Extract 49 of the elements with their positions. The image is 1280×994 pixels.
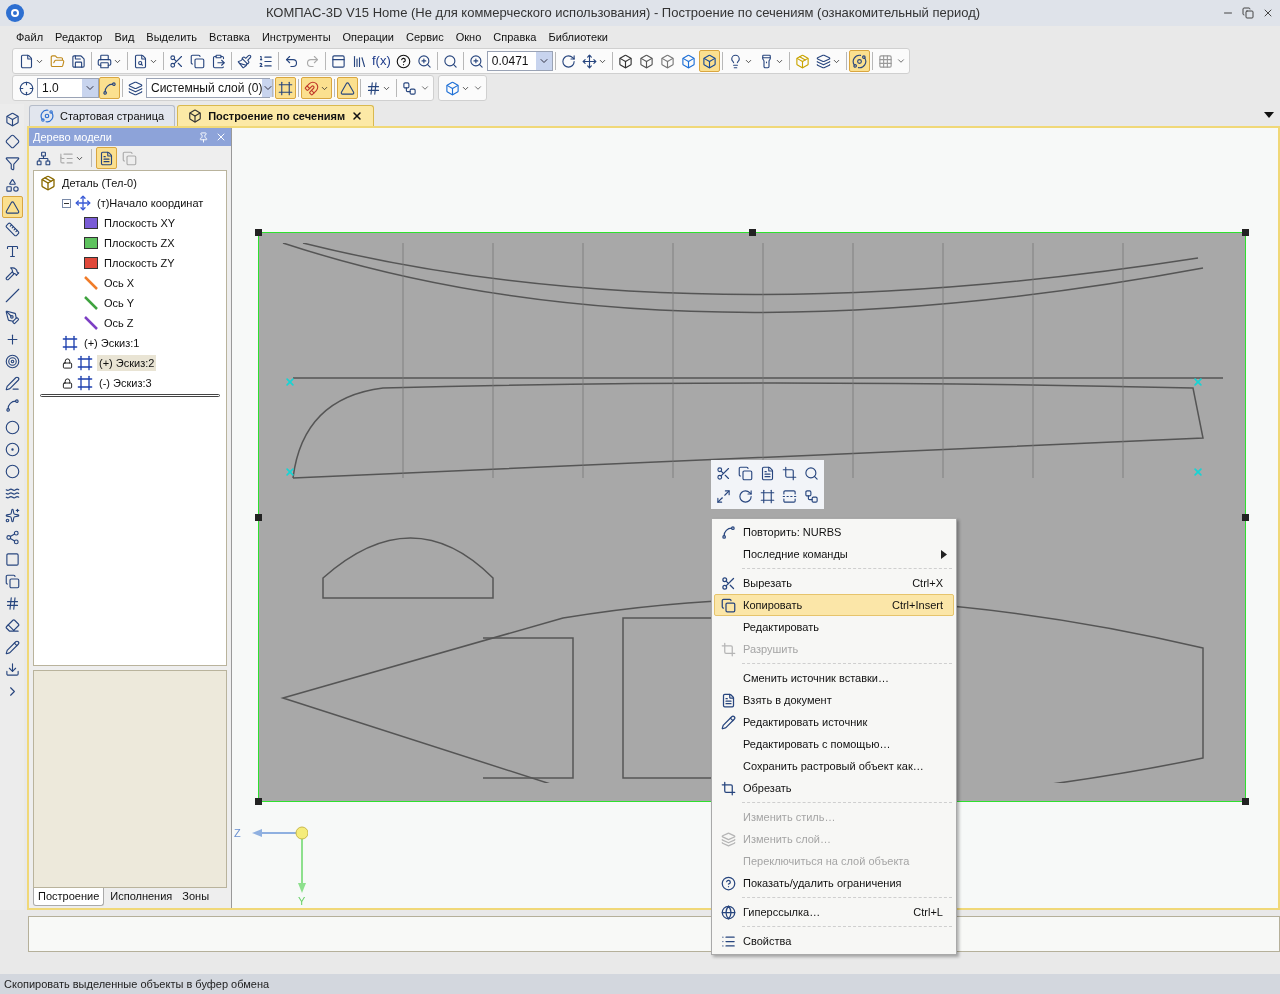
- menu-bar-item[interactable]: Файл: [16, 28, 44, 46]
- tree-item[interactable]: Плоскость ZY: [102, 254, 177, 272]
- tree-item[interactable]: Плоскость XY: [102, 214, 178, 232]
- menu-item[interactable]: Редактировать источник: [714, 711, 954, 733]
- menu-item[interactable]: Гиперссылка… Ctrl+L: [714, 901, 954, 923]
- tree-item[interactable]: (-) Эскиз:3: [97, 374, 154, 392]
- menu-bar-item[interactable]: Окно: [455, 28, 482, 46]
- panel-tab[interactable]: Зоны: [178, 888, 214, 905]
- menu-item[interactable]: Показать/удалить ограничения: [714, 872, 954, 894]
- zoom-field[interactable]: 0.0471: [486, 51, 553, 71]
- document-tab[interactable]: Стартовая страница: [29, 105, 176, 126]
- menu-bar-item[interactable]: Операции: [342, 28, 394, 46]
- menu-item[interactable]: Повторить: NURBS: [714, 521, 954, 543]
- menu-bar-item[interactable]: Инструменты: [261, 28, 331, 46]
- axis-label: Y: [298, 894, 306, 909]
- panel-tab[interactable]: Построение: [33, 888, 105, 906]
- panel-tab[interactable]: Исполнения: [106, 888, 177, 905]
- tree-item[interactable]: Ось X: [102, 274, 137, 292]
- menu-bar-item[interactable]: Сервис: [406, 28, 444, 46]
- menu-item[interactable]: Сменить источник вставки…: [714, 667, 954, 689]
- menu-bar-item[interactable]: Редактор: [55, 28, 103, 46]
- menu-bar-item[interactable]: Библиотеки: [548, 28, 608, 46]
- menu-item[interactable]: Обрезать: [714, 777, 954, 799]
- menu-item[interactable]: Последние команды: [714, 543, 954, 565]
- window-title: КОМПАС-3D V15 Home (Не для коммерческого использования) - Построение по сечениям (ознакомительный период): [264, 4, 982, 23]
- step-field[interactable]: 1.0: [37, 78, 99, 98]
- tree-item[interactable]: (+) Эскиз:1: [82, 334, 142, 352]
- tree-item[interactable]: Плоскость ZX: [102, 234, 177, 252]
- document-tab[interactable]: Построение по сечениям: [177, 105, 375, 126]
- menu-bar-item[interactable]: Выделить: [146, 28, 198, 46]
- menu-item[interactable]: Сохранить растровый объект как…: [714, 755, 954, 777]
- axis-label: Z: [234, 826, 241, 841]
- menu-item[interactable]: Редактировать с помощью…: [714, 733, 954, 755]
- menu-item[interactable]: Вырезать Ctrl+X: [714, 572, 954, 594]
- tree-item[interactable]: (т)Начало координат: [95, 194, 206, 212]
- tree-item[interactable]: Деталь (Тел-0): [60, 174, 139, 192]
- menu-item[interactable]: Свойства: [714, 930, 954, 952]
- tree-item[interactable]: Ось Y: [102, 294, 137, 312]
- menu-bar-item[interactable]: Вид: [114, 28, 135, 46]
- status-text: Скопировать выделенные объекты в буфер обмена: [4, 976, 270, 992]
- panel-title: Дерево модели: [33, 129, 113, 145]
- tree-item[interactable]: Ось Z: [102, 314, 136, 332]
- menu-bar-item[interactable]: Вставка: [209, 28, 250, 46]
- menu-item[interactable]: Взять в документ: [714, 689, 954, 711]
- menu-item[interactable]: Редактировать: [714, 616, 954, 638]
- tree-item[interactable]: (+) Эскиз:2: [97, 354, 157, 372]
- function-button[interactable]: f(x): [370, 50, 393, 72]
- menu-bar-item[interactable]: Справка: [493, 28, 537, 46]
- menu-item[interactable]: Копировать Ctrl+Insert: [714, 594, 954, 616]
